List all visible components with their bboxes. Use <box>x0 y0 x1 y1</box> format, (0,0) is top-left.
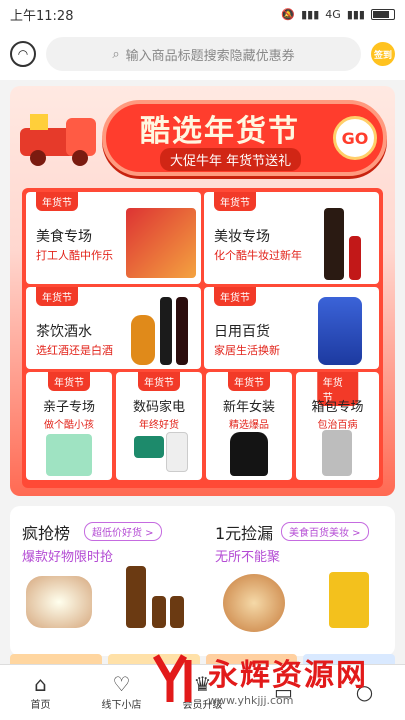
card-kids[interactable]: 年货节 亲子专场 做个酷小孩 <box>26 372 112 480</box>
card-tag: 年货节 <box>228 372 270 391</box>
card-title: 茶饮酒水 <box>36 324 92 340</box>
card-title: 美妆专场 <box>214 229 270 245</box>
oil-can-icon <box>329 572 369 628</box>
section-title: 1元捡漏 <box>215 524 274 543</box>
watermark-text: 永辉资源网 <box>208 657 368 693</box>
flash-sale-section[interactable]: 疯抢榜 超低价好货 > 爆款好物限时抢 <box>10 506 202 656</box>
card-food[interactable]: 年货节 美食专场 打工人酷中作乐 <box>26 192 201 284</box>
search-input[interactable]: ⌕ 输入商品标题搜索隐藏优惠券 <box>46 37 361 71</box>
promo-section: 疯抢榜 超低价好货 > 爆款好物限时抢 1元捡漏 美食百货美妆 > 无所不能聚 <box>10 506 395 656</box>
suitcase-icon <box>322 430 352 476</box>
card-tag: 年货节 <box>48 372 90 391</box>
card-womens[interactable]: 年货节 新年女装 精选爆品 <box>206 372 292 480</box>
card-tag: 年货节 <box>214 287 256 306</box>
card-subtitle: 包治百病 <box>317 420 358 431</box>
search-icon: ⌕ <box>112 46 120 62</box>
wine-bottle-icon <box>176 297 188 365</box>
card-subtitle: 选红酒还是白酒 <box>36 344 113 357</box>
section-title: 疯抢榜 <box>22 524 71 543</box>
tab-label: 线下小店 <box>101 700 142 711</box>
battery-icon <box>371 8 395 20</box>
serum-bottle-icon <box>152 596 166 628</box>
search-placeholder: 输入商品标题搜索隐藏优惠券 <box>125 48 295 64</box>
foundation-bottle-icon <box>324 208 344 280</box>
watermark: 永辉资源网 www.yhkjjj.com <box>150 636 405 720</box>
hair-dryer-icon <box>134 436 164 458</box>
card-tag: 年货节 <box>36 287 78 306</box>
sign-in-icon[interactable]: 签到 <box>371 42 395 66</box>
store-icon: ♡ <box>112 672 131 696</box>
home-icon: ⌂ <box>34 672 47 696</box>
card-subtitle: 打工人酷中作乐 <box>36 249 113 262</box>
tab-label: 首页 <box>30 700 51 711</box>
card-tag: 年货节 <box>138 372 180 391</box>
serum-bottle-icon <box>170 596 184 628</box>
card-subtitle: 家居生活换新 <box>214 344 280 357</box>
card-drinks[interactable]: 年货节 茶饮酒水 选红酒还是白酒 <box>26 287 201 369</box>
kids-product-icon <box>46 434 92 476</box>
network-label: 4G <box>325 7 341 21</box>
bargain-section[interactable]: 1元捡漏 美食百货美妆 > 无所不能聚 <box>203 506 395 656</box>
serum-bottle-icon <box>126 566 146 628</box>
section-badge[interactable]: 超低价好货 > <box>84 522 162 541</box>
signal-icon-2: ▮▮▮ <box>346 7 365 21</box>
card-beauty[interactable]: 年货节 美妆专场 化个酷牛妆过新年 <box>204 192 379 284</box>
card-title: 美食专场 <box>36 229 92 245</box>
new-year-banner[interactable]: 酷选年货节 大促牛年 年货节送礼 GO 年货节 美食专场 打工人酷中作乐 年货节… <box>10 86 395 496</box>
snack-basket-icon <box>223 574 285 632</box>
product-box-icon <box>166 432 188 472</box>
card-subtitle: 做个酷小孩 <box>44 420 94 431</box>
card-title: 新年女装 <box>222 400 275 415</box>
watermark-logo-icon <box>152 654 192 702</box>
card-subtitle: 化个酷牛妆过新年 <box>214 249 302 262</box>
banner-subtitle: 大促牛年 年货节送礼 <box>160 148 302 171</box>
card-tag: 年货节 <box>214 192 256 211</box>
section-badge[interactable]: 美食百货美妆 > <box>281 522 369 541</box>
status-time: 上午11:28 <box>10 8 74 24</box>
status-bar: 上午11:28 🔕 ▮▮▮ 4G ▮▮▮ <box>0 0 405 28</box>
card-title: 箱包专场 <box>311 400 364 415</box>
cosmetic-jar-icon <box>26 576 92 628</box>
tab-home[interactable]: ⌂ 首页 <box>0 665 81 720</box>
customer-service-icon[interactable]: ◠ <box>10 41 36 67</box>
card-title: 亲子专场 <box>42 400 95 415</box>
banner-title: 酷选年货节 <box>140 114 300 149</box>
lipstick-icon <box>349 236 361 280</box>
wine-bottle-icon <box>160 297 172 365</box>
food-gift-box-icon <box>126 208 196 278</box>
card-daily[interactable]: 年货节 日用百货 家居生活换新 <box>204 287 379 369</box>
sign-in-label: 签到 <box>373 50 392 61</box>
card-bags[interactable]: 年货节 箱包专场 包治百病 <box>296 372 379 480</box>
banner-head: 酷选年货节 大促牛年 年货节送礼 GO <box>10 86 395 186</box>
card-digital[interactable]: 年货节 数码家电 年终好货 <box>116 372 202 480</box>
card-title: 日用百货 <box>214 324 270 340</box>
category-grid: 年货节 美食专场 打工人酷中作乐 年货节 美妆专场 化个酷牛妆过新年 年货节 茶… <box>22 188 383 488</box>
search-row: ◠ ⌕ 输入商品标题搜索隐藏优惠券 签到 <box>0 28 405 80</box>
liquor-bottle-icon <box>131 315 155 365</box>
status-icons: 🔕 ▮▮▮ 4G ▮▮▮ <box>281 8 395 21</box>
watermark-url: www.yhkjjj.com <box>208 693 294 707</box>
card-subtitle: 年终好货 <box>139 420 179 431</box>
go-button[interactable]: GO <box>333 116 377 160</box>
section-subtitle: 爆款好物限时抢 <box>22 550 114 565</box>
card-subtitle: 精选爆品 <box>229 420 269 431</box>
card-title: 数码家电 <box>132 400 185 415</box>
mute-icon: 🔕 <box>281 7 296 21</box>
promo-stripe[interactable] <box>10 654 102 664</box>
card-tag: 年货节 <box>36 192 78 211</box>
down-jacket-icon <box>230 432 268 476</box>
section-subtitle: 无所不能聚 <box>215 550 281 565</box>
signal-icon: ▮▮▮ <box>301 7 320 21</box>
truck-illustration-icon <box>20 114 96 166</box>
detergent-bottle-icon <box>318 297 362 365</box>
